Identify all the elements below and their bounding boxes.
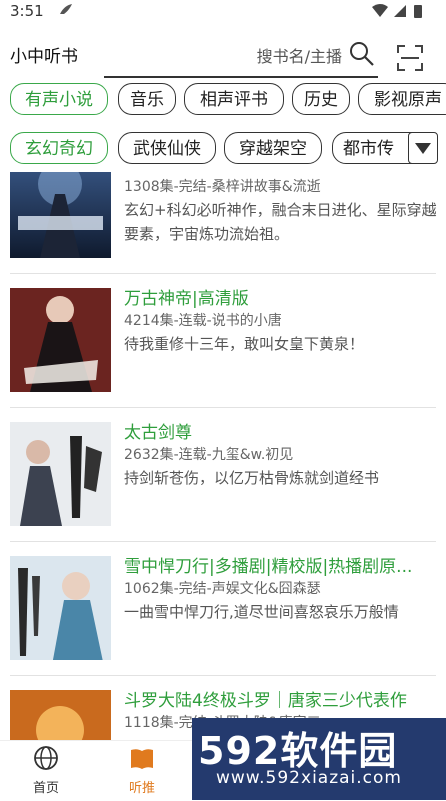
more-genres-button[interactable] xyxy=(408,132,438,164)
nav-home-label: 首页 xyxy=(32,781,59,796)
book-description: 待我重修十三年，敢叫女皇下黄泉！ xyxy=(124,335,365,353)
chevron-down-icon xyxy=(415,143,431,154)
book-icon xyxy=(131,749,153,769)
tab-crosstalk[interactable]: 相声评书 xyxy=(184,83,284,115)
scan-icon[interactable] xyxy=(396,44,424,76)
globe-icon xyxy=(34,746,58,770)
app-header: 小中听书 xyxy=(0,24,446,80)
book-item[interactable]: 太古剑尊 2632集-连载-九玺&w.初见 持剑斩苍伤，以亿万枯骨炼就剑道经书 xyxy=(0,408,446,542)
book-description: 一曲雪中悍刀行,道尽世间喜怒哀乐万般情 xyxy=(124,603,399,621)
book-description: 玄幻+科幻必听神作，融合末日进化、星际穿越要素，宇宙炼功流始祖。 xyxy=(124,201,437,243)
nav-recommend[interactable]: 听推 xyxy=(102,745,182,796)
status-time: 3:51 xyxy=(10,2,44,20)
book-meta: 1308集-完结-桑梓讲故事&流逝 xyxy=(124,179,321,195)
book-item[interactable]: 1308集-完结-桑梓讲故事&流逝 玄幻+科幻必听神作，融合末日进化、星际穿越要… xyxy=(0,172,446,274)
book-description: 持剑斩苍伤，以亿万枯骨炼就剑道经书 xyxy=(124,469,380,487)
book-meta: 1062集-完结-声娱文化&囧森瑟 xyxy=(124,581,321,597)
search-bar[interactable] xyxy=(104,38,378,78)
book-title: 雪中悍刀行|多播剧|精校版|热播剧原... xyxy=(124,557,413,577)
tab-fantasy[interactable]: 玄幻奇幻 xyxy=(10,132,108,164)
book-item[interactable]: 雪中悍刀行|多播剧|精校版|热播剧原... 1062集-完结-声娱文化&囧森瑟 … xyxy=(0,542,446,676)
notification-bird-icon xyxy=(58,2,74,22)
watermark-logo: 592软件园 xyxy=(198,729,398,773)
book-meta: 2632集-连载-九玺&w.初见 xyxy=(124,447,294,463)
tab-music[interactable]: 音乐 xyxy=(118,83,176,115)
tab-soundtrack[interactable]: 影视原声 xyxy=(358,83,446,115)
book-item[interactable]: 万古神帝|高清版 4214集-连载-说书的小唐 待我重修十三年，敢叫女皇下黄泉！ xyxy=(0,274,446,408)
search-icon[interactable] xyxy=(348,40,376,72)
watermark-url: www.592xiazai.com xyxy=(216,768,402,788)
book-meta: 4214集-连载-说书的小唐 xyxy=(124,313,282,329)
app-title: 小中听书 xyxy=(10,47,78,67)
nav-recommend-label: 听推 xyxy=(128,781,155,796)
tab-history[interactable]: 历史 xyxy=(292,83,350,115)
search-input[interactable] xyxy=(140,42,344,70)
book-cover xyxy=(10,288,111,392)
book-cover xyxy=(10,172,111,258)
category-tab-row: 有声小说 音乐 相声评书 历史 影视原声 xyxy=(0,81,446,121)
book-title: 万古神帝|高清版 xyxy=(124,289,249,309)
status-bar: 3:51 xyxy=(0,0,446,24)
book-cover xyxy=(10,556,111,660)
genre-tab-row: 玄幻奇幻 武侠仙侠 穿越架空 都市传 xyxy=(0,130,446,170)
tab-audio-novel[interactable]: 有声小说 xyxy=(10,83,108,115)
book-list: 1308集-完结-桑梓讲故事&流逝 玄幻+科幻必听神作，融合末日进化、星际穿越要… xyxy=(0,172,446,740)
book-cover xyxy=(10,690,111,740)
book-title: 斗罗大陆4终极斗罗｜唐家三少代表作 xyxy=(124,691,407,711)
wifi-signal-battery-icons xyxy=(370,3,434,23)
tab-wuxia[interactable]: 武侠仙侠 xyxy=(118,132,216,164)
tab-time-travel[interactable]: 穿越架空 xyxy=(224,132,322,164)
book-cover xyxy=(10,422,111,526)
nav-home[interactable]: 首页 xyxy=(6,745,86,796)
book-title: 太古剑尊 xyxy=(124,423,192,443)
site-watermark: 592软件园 www.592xiazai.com xyxy=(192,718,446,800)
